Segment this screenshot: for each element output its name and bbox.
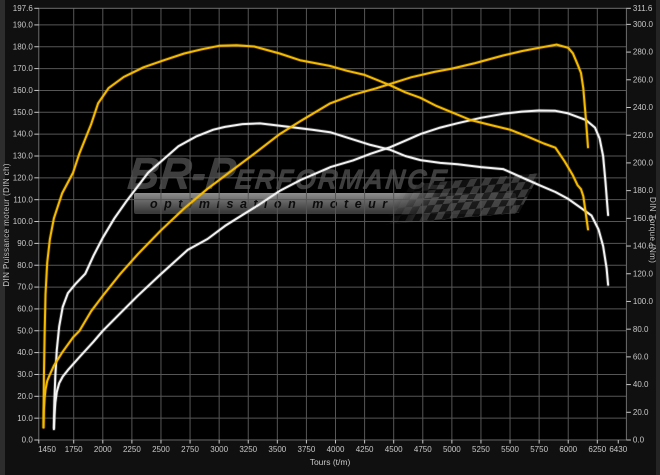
- curve-tuned-power: [44, 45, 589, 427]
- rpm-tick-label: 2500: [152, 445, 170, 454]
- power-tick-label: 120.0: [13, 173, 34, 182]
- rpm-tick-label: 3250: [239, 445, 257, 454]
- power-tick-label: 80.0: [17, 261, 33, 270]
- power-tick-label: 130.0: [13, 152, 34, 161]
- chart-canvas: 0.0 10.0 20.0 30.0 40.0 50.0 60.0 70.0 80.0 90.0 1…: [0, 0, 660, 475]
- rpm-tick-label: 2000: [94, 445, 112, 454]
- power-tick-label: 50.0: [17, 326, 33, 335]
- curve-stock-torque: [54, 123, 608, 427]
- power-tick-label: 110.0: [13, 195, 33, 204]
- power-tick-label: 60.0: [17, 305, 33, 314]
- rpm-tick-label: 6000: [559, 445, 577, 454]
- power-tick-label: 20.0: [17, 392, 33, 401]
- rpm-tick-label: 6430: [609, 445, 627, 454]
- curve-stock-power: [54, 111, 608, 430]
- power-tick-label: 180.0: [13, 42, 34, 51]
- power-tick-label: 30.0: [17, 370, 33, 379]
- power-tick-label: 150.0: [13, 108, 34, 117]
- rpm-tick-label: 1750: [65, 445, 83, 454]
- curve-glow-tuned-torque: [44, 45, 589, 427]
- power-tick-label: 100.0: [13, 217, 34, 226]
- torque-tick-label: 20.0: [633, 408, 649, 417]
- rpm-axis-title: Tours (t/m): [0, 457, 660, 467]
- power-tick-label: 40.0: [17, 348, 33, 357]
- power-tick-label: 0.0: [22, 436, 34, 445]
- torque-tick-label: 60.0: [633, 352, 649, 361]
- torque-axis-title: DIN Torque (Nm): [648, 0, 657, 460]
- plot-border: [39, 8, 627, 440]
- power-tick-label: 10.0: [17, 414, 33, 423]
- curve-tuned-torque: [44, 45, 589, 427]
- rpm-tick-label: 3750: [298, 445, 316, 454]
- power-axis-title: DIN Puissance moteur (DIN ch): [2, 0, 11, 450]
- power-tick-label: 140.0: [13, 130, 34, 139]
- curve-glow-stock-power: [54, 111, 608, 430]
- dyno-chart: BR-PERFORMANCE optimisation moteur 0.010…: [0, 0, 660, 475]
- power-tick-label: 197.6: [13, 4, 34, 13]
- power-tick-label: 90.0: [17, 239, 33, 248]
- torque-tick-label: 0.0: [633, 436, 645, 445]
- rpm-tick-label: 2750: [181, 445, 199, 454]
- torque-tick-label: 40.0: [633, 380, 649, 389]
- rpm-tick-label: 3000: [210, 445, 228, 454]
- power-tick-label: 190.0: [13, 21, 34, 30]
- rpm-tick-label: 5250: [472, 445, 490, 454]
- torque-tick-label: 80.0: [633, 325, 649, 334]
- rpm-tick-label: 3500: [268, 445, 286, 454]
- rpm-tick-label: 4500: [385, 445, 403, 454]
- rpm-tick-label: 5500: [501, 445, 519, 454]
- power-tick-label: 70.0: [17, 283, 33, 292]
- rpm-tick-label: 1450: [38, 445, 56, 454]
- rpm-tick-label: 5000: [443, 445, 461, 454]
- rpm-tick-label: 4000: [327, 445, 345, 454]
- rpm-tick-label: 4750: [414, 445, 432, 454]
- curve-glow-tuned-power: [44, 45, 589, 427]
- power-tick-label: 160.0: [13, 86, 34, 95]
- rpm-tick-label: 2250: [123, 445, 141, 454]
- power-tick-label: 170.0: [13, 64, 34, 73]
- rpm-tick-label: 5750: [530, 445, 548, 454]
- rpm-tick-label: 4250: [356, 445, 374, 454]
- curve-glow-stock-torque: [54, 123, 608, 427]
- rpm-tick-label: 6250: [588, 445, 606, 454]
